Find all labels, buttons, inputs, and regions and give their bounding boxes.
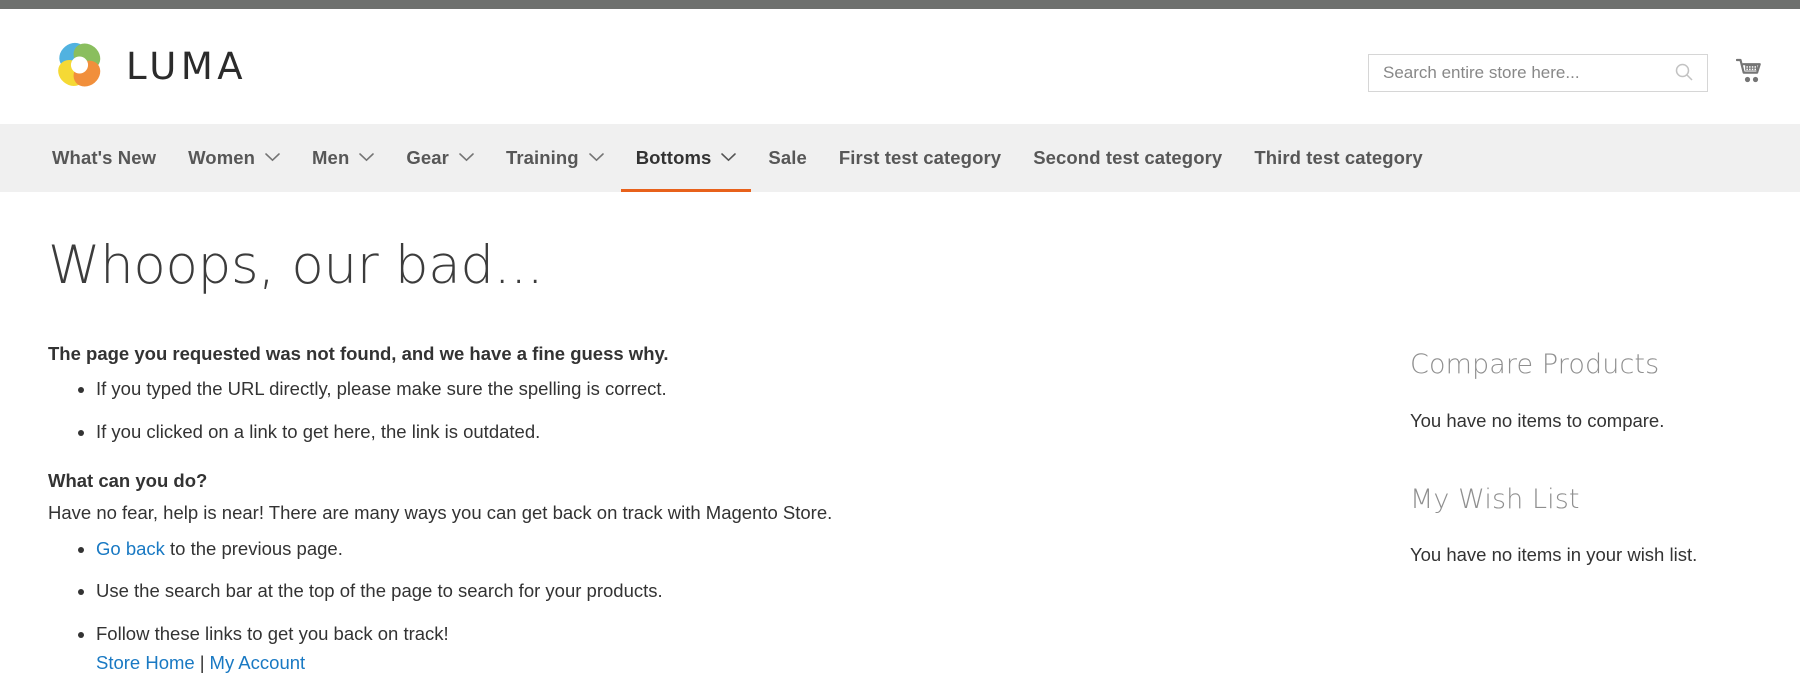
compare-products-block: Compare Products You have no items to co… (1410, 349, 1800, 431)
chevron-down-icon (588, 149, 604, 167)
nav-item-label: Third test category (1254, 147, 1423, 168)
nav-item-bottoms[interactable]: Bottoms (620, 124, 753, 192)
what-can-you-do-heading: What can you do? (48, 469, 208, 491)
search-icon (1674, 62, 1694, 85)
help-paragraph: Have no fear, help is near! There are ma… (48, 501, 833, 523)
list-item: Go back to the previous page. (96, 536, 1355, 563)
nav-item-label: Training (505, 147, 579, 168)
nav-item-women[interactable]: Women (172, 124, 296, 192)
top-bar-strip (0, 0, 1800, 9)
main-column: The page you requested was not found, an… (0, 341, 1355, 693)
list-item: If you clicked on a link to get here, th… (96, 419, 1355, 446)
brand-name: LUMA (126, 44, 248, 88)
store-home-link[interactable]: Store Home (96, 652, 195, 673)
link-separator: | (199, 652, 205, 674)
nav-item-whats-new[interactable]: What's New (36, 124, 172, 192)
list-item: If you typed the URL directly, please ma… (96, 376, 1355, 403)
error-lead-text: The page you requested was not found, an… (48, 343, 669, 365)
helpful-links: Store Home | My Account (96, 650, 1355, 677)
go-back-rest-text: to the previous page. (164, 537, 343, 559)
nav-item-second-test-category[interactable]: Second test category (1017, 124, 1238, 192)
suggested-actions-list: Go back to the previous page. Use the se… (48, 536, 1355, 677)
page-header: LUMA (0, 9, 1800, 124)
nav-item-label: What's New (52, 147, 157, 168)
nav-item-label: Second test category (1033, 147, 1223, 168)
sidebar: Compare Products You have no items to co… (1355, 341, 1800, 618)
nav-item-men[interactable]: Men (296, 124, 390, 192)
wishlist-block: My Wish List You have no items in your w… (1410, 484, 1800, 566)
wishlist-title: My Wish List (1410, 483, 1580, 515)
chevron-down-icon (265, 149, 280, 167)
chevron-down-icon (459, 149, 474, 167)
list-item: Use the search bar at the top of the pag… (96, 578, 1355, 605)
nav-item-gear[interactable]: Gear (390, 124, 490, 192)
cart-button[interactable] (1734, 56, 1768, 90)
content-columns: The page you requested was not found, an… (0, 295, 1800, 693)
chevron-down-icon (359, 149, 375, 167)
nav-item-label: Bottoms (635, 147, 712, 168)
wishlist-empty-text: You have no items in your wish list. (1410, 544, 1698, 566)
header-actions (1368, 54, 1768, 92)
nav-item-sale[interactable]: Sale (752, 124, 822, 192)
nav-item-label: Men (312, 147, 350, 168)
search-box[interactable] (1368, 54, 1708, 92)
nav-list: What's New Women Men Gear Training Botto… (0, 124, 1800, 192)
nav-item-first-test-category[interactable]: First test category (823, 124, 1017, 192)
my-account-link[interactable]: My Account (210, 652, 306, 673)
error-reasons-list: If you typed the URL directly, please ma… (48, 376, 1355, 446)
follow-links-text: Follow these links to get you back on tr… (96, 623, 449, 645)
logo[interactable]: LUMA (51, 36, 247, 94)
list-item: Follow these links to get you back on tr… (96, 621, 1355, 677)
luma-flower-logo-icon (51, 36, 108, 94)
page-title: Whoops, our bad... (48, 235, 544, 296)
main-navigation: What's New Women Men Gear Training Botto… (0, 124, 1800, 192)
page-main: Whoops, our bad... The page you requeste… (0, 192, 1800, 693)
chevron-down-icon (721, 149, 737, 167)
nav-item-label: Women (188, 147, 256, 168)
compare-products-title: Compare Products (1410, 349, 1660, 381)
nav-item-label: Gear (406, 147, 449, 168)
compare-products-empty-text: You have no items to compare. (1410, 409, 1665, 431)
shopping-cart-icon (1735, 58, 1766, 89)
search-button[interactable] (1669, 55, 1699, 91)
search-input[interactable] (1369, 55, 1707, 91)
nav-item-training[interactable]: Training (490, 124, 620, 192)
nav-item-third-test-category[interactable]: Third test category (1238, 124, 1438, 192)
nav-item-label: First test category (838, 147, 1002, 168)
nav-item-label: Sale (768, 147, 807, 168)
go-back-link[interactable]: Go back (96, 538, 165, 559)
